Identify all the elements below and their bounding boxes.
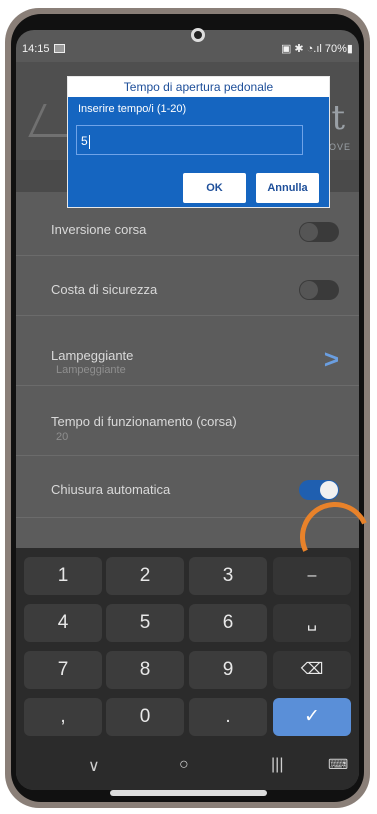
- logo-text: t: [331, 98, 345, 138]
- status-time: 14:15: [22, 43, 50, 55]
- time-input-value: 5: [81, 134, 88, 148]
- ok-button[interactable]: OK: [183, 173, 246, 203]
- setting-value: Lampeggiante: [56, 364, 126, 376]
- setting-value: 20: [56, 431, 69, 443]
- recents-icon[interactable]: |||: [271, 756, 283, 774]
- setting-lampeggiante[interactable]: Lampeggiante Lampeggiante >: [16, 316, 359, 386]
- front-camera: [191, 28, 205, 42]
- text-caret: [88, 134, 90, 149]
- key-4[interactable]: 4: [24, 604, 102, 642]
- backspace-key[interactable]: ⌫: [273, 651, 351, 689]
- key-9[interactable]: 9: [189, 651, 267, 689]
- navigation-bar: ∨ ○ ||| ⌨: [16, 744, 359, 790]
- costa-sicurezza-toggle[interactable]: [299, 280, 339, 300]
- dialog-prompt: Inserire tempo/i (1-20): [78, 103, 187, 115]
- comma-key[interactable]: ,: [24, 698, 102, 736]
- key-7[interactable]: 7: [24, 651, 102, 689]
- status-bar: 14:15 ▣ ✱ ◔.ıl 70%▮: [16, 30, 359, 62]
- screen: 14:15 ▣ ✱ ◔.ıl 70%▮ t OVE Inversione cor…: [16, 30, 359, 790]
- inversione-corsa-toggle[interactable]: [299, 222, 339, 242]
- key-6[interactable]: 6: [189, 604, 267, 642]
- input-dialog: Tempo di apertura pedonale Inserire temp…: [67, 76, 330, 208]
- setting-costa-sicurezza[interactable]: Costa di sicurezza: [16, 256, 359, 316]
- chevron-right-icon: >: [323, 344, 339, 374]
- setting-chiusura-automatica[interactable]: Chiusura automatica: [16, 456, 359, 518]
- dialog-title: Tempo di apertura pedonale: [68, 77, 329, 97]
- setting-tempo-funzionamento[interactable]: Tempo di funzionamento (corsa) 20: [16, 386, 359, 456]
- logo-subtitle: OVE: [328, 142, 351, 152]
- key-5[interactable]: 5: [106, 604, 184, 642]
- phone-bottom-edge: [110, 790, 267, 796]
- setting-label: Inversione corsa: [51, 222, 147, 237]
- setting-label: Chiusura automatica: [51, 482, 171, 497]
- key-0[interactable]: 0: [106, 698, 184, 736]
- cancel-button[interactable]: Annulla: [256, 173, 319, 203]
- status-icons: ▣ ✱ ◔.ıl 70%▮: [280, 43, 353, 55]
- key-8[interactable]: 8: [106, 651, 184, 689]
- keyboard-icon[interactable]: ⌨: [328, 756, 348, 773]
- period-key[interactable]: .: [189, 698, 267, 736]
- toggle-knob: [300, 223, 318, 241]
- setting-label: Tempo di funzionamento (corsa): [51, 414, 237, 429]
- key-2[interactable]: 2: [106, 557, 184, 595]
- gallery-notification-icon: [54, 44, 65, 53]
- done-key[interactable]: ✓: [273, 698, 351, 736]
- space-key[interactable]: ␣: [273, 604, 351, 642]
- key-3[interactable]: 3: [189, 557, 267, 595]
- home-icon[interactable]: ○: [179, 756, 189, 774]
- toggle-knob: [300, 281, 318, 299]
- back-icon[interactable]: ∨: [88, 756, 100, 776]
- key-1[interactable]: 1: [24, 557, 102, 595]
- setting-label: Lampeggiante: [51, 348, 134, 363]
- setting-label: Costa di sicurezza: [51, 282, 158, 297]
- chiusura-automatica-toggle[interactable]: [299, 480, 339, 500]
- toggle-knob: [320, 481, 338, 499]
- time-input[interactable]: 5: [76, 125, 303, 155]
